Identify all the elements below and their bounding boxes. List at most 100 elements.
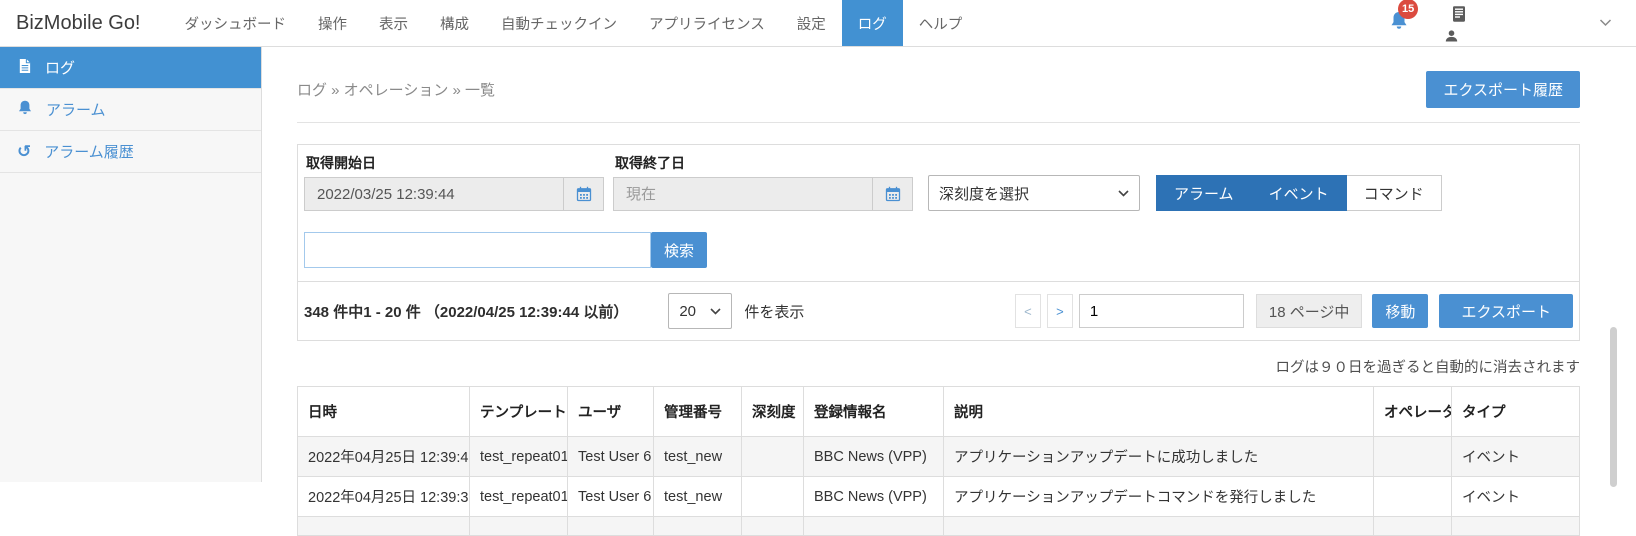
history-icon: ↺ — [17, 144, 31, 160]
col-header-user: ユーザ — [568, 387, 654, 437]
search-row: 検索 — [298, 223, 1579, 281]
sidebar-item-log[interactable]: ログ — [0, 47, 261, 89]
sidebar-item-alarm-history[interactable]: ↺ アラーム履歴 — [0, 131, 261, 173]
device-user-menu[interactable] — [1445, 4, 1471, 42]
chevron-down-icon — [1118, 190, 1129, 197]
nav-item-auto-checkin[interactable]: 自動チェックイン — [485, 0, 633, 46]
device-icon — [1451, 5, 1467, 23]
start-date-input[interactable] — [304, 177, 563, 211]
table-header-row: 日時 テンプレート ユーザ 管理番号 深刻度 登録情報名 説明 オペレータ タイ… — [298, 387, 1580, 437]
person-icon — [1445, 30, 1458, 42]
export-button[interactable]: エクスポート — [1439, 294, 1573, 328]
cell-registration-name: BBC News (VPP) — [804, 477, 944, 517]
cell-user: Test User 6 — [568, 437, 654, 477]
page-size-suffix: 件を表示 — [744, 301, 804, 322]
col-header-datetime: 日時 — [298, 387, 470, 437]
filter-panel: 取得開始日 — [297, 144, 1580, 341]
nav-item-help[interactable]: ヘルプ — [903, 0, 979, 46]
vertical-scrollbar[interactable] — [1610, 327, 1617, 487]
start-date-calendar-button[interactable] — [563, 177, 604, 211]
cell-template: test_repeat01 — [470, 477, 568, 517]
end-date-calendar-button[interactable] — [872, 177, 913, 211]
table-row: 2022年04月25日 12:39:42 test_repeat01 Test … — [298, 437, 1580, 477]
toggle-alarm[interactable]: アラーム — [1156, 175, 1252, 211]
prev-page-button[interactable]: < — [1015, 294, 1041, 328]
cell-registration-name: BBC News (VPP) — [804, 437, 944, 477]
nav-item-operation[interactable]: 操作 — [302, 0, 363, 46]
export-history-button[interactable]: エクスポート履歴 — [1426, 71, 1580, 108]
topbar: BizMobile Go! ダッシュボード 操作 表示 構成 自動チェックイン … — [0, 0, 1636, 47]
sidebar-item-alarm[interactable]: アラーム — [0, 89, 261, 131]
search-button[interactable]: 検索 — [651, 232, 707, 268]
end-date-group: 取得終了日 — [613, 150, 913, 211]
sidebar-item-label: ログ — [45, 57, 75, 78]
col-header-operator: オペレータ — [1374, 387, 1452, 437]
go-button[interactable]: 移動 — [1372, 294, 1428, 328]
divider — [297, 122, 1580, 123]
log-table: 日時 テンプレート ユーザ 管理番号 深刻度 登録情報名 説明 オペレータ タイ… — [297, 386, 1580, 536]
start-date-label: 取得開始日 — [304, 150, 604, 177]
nav-item-settings[interactable]: 設定 — [781, 0, 842, 46]
notification-badge: 15 — [1398, 0, 1418, 19]
retention-note: ログは９０日を過ぎると自動的に消去されます — [297, 356, 1580, 377]
bell-icon — [17, 99, 33, 120]
page-head: ログ » オペレーション » 一覧 エクスポート履歴 — [297, 71, 1580, 108]
sidebar: ログ アラーム ↺ アラーム履歴 — [0, 47, 262, 482]
toggle-event[interactable]: イベント — [1252, 175, 1347, 211]
pagination: < > 18 ページ中 移動 エクスポート — [1015, 294, 1573, 328]
cell-description: アプリケーションアップデートに成功しました — [944, 437, 1374, 477]
col-header-management-no: 管理番号 — [654, 387, 742, 437]
col-header-description: 説明 — [944, 387, 1374, 437]
col-header-template: テンプレート — [470, 387, 568, 437]
calendar-icon — [885, 186, 901, 202]
filter-row: 取得開始日 — [298, 145, 1579, 223]
table-row-partial — [298, 517, 1580, 536]
nav-item-log[interactable]: ログ — [842, 0, 903, 46]
col-header-registration-name: 登録情報名 — [804, 387, 944, 437]
breadcrumb: ログ » オペレーション » 一覧 — [297, 79, 495, 100]
toggle-command[interactable]: コマンド — [1347, 175, 1442, 211]
col-header-severity: 深刻度 — [742, 387, 804, 437]
log-type-toggle-group: アラーム イベント コマンド — [1156, 175, 1442, 211]
notifications-button[interactable]: 15 — [1389, 10, 1409, 36]
cell-user: Test User 6 — [568, 477, 654, 517]
nav-item-configuration[interactable]: 構成 — [424, 0, 485, 46]
end-date-label: 取得終了日 — [613, 150, 913, 177]
cell-operator — [1374, 477, 1452, 517]
account-dropdown-toggle[interactable] — [1599, 19, 1612, 27]
page-number-input[interactable] — [1079, 294, 1244, 328]
col-header-type: タイプ — [1452, 387, 1580, 437]
sidebar-item-label: アラーム履歴 — [44, 141, 134, 162]
nav-item-app-license[interactable]: アプリライセンス — [633, 0, 781, 46]
start-date-group: 取得開始日 — [304, 150, 604, 211]
cell-management-no: test_new — [654, 437, 742, 477]
brand-logo[interactable]: BizMobile Go! — [0, 0, 169, 46]
chevron-down-icon — [710, 308, 721, 315]
page-size-value: 20 — [679, 303, 696, 320]
severity-select[interactable]: 深刻度を選択 — [928, 175, 1140, 211]
chevron-down-icon — [1599, 19, 1612, 27]
cell-severity — [742, 477, 804, 517]
severity-select-value: 深刻度を選択 — [939, 183, 1029, 204]
cell-type: イベント — [1452, 437, 1580, 477]
cell-description: アプリケーションアップデートコマンドを発行しました — [944, 477, 1374, 517]
page-total-label: 18 ページ中 — [1256, 294, 1363, 328]
main-nav: ダッシュボード 操作 表示 構成 自動チェックイン アプリライセンス 設定 ログ… — [169, 0, 979, 46]
table-row: 2022年04月25日 12:39:38 test_repeat01 Test … — [298, 477, 1580, 517]
topbar-right: 15 — [1389, 0, 1636, 46]
bell-icon — [1389, 18, 1409, 35]
nav-item-dashboard[interactable]: ダッシュボード — [169, 0, 303, 46]
cell-template: test_repeat01 — [470, 437, 568, 477]
end-date-input[interactable] — [613, 177, 872, 211]
page-size-select[interactable]: 20 — [668, 293, 732, 329]
results-summary: 348 件中1 - 20 件 （2022/04/25 12:39:44 以前） — [304, 301, 628, 322]
cell-datetime: 2022年04月25日 12:39:38 — [298, 477, 470, 517]
app-body: ログ アラーム ↺ アラーム履歴 ログ » オペレーション » 一覧 エクスポー… — [0, 47, 1636, 482]
sidebar-item-label: アラーム — [46, 99, 106, 120]
calendar-icon — [576, 186, 592, 202]
next-page-button[interactable]: > — [1047, 294, 1073, 328]
cell-operator — [1374, 437, 1452, 477]
search-input[interactable] — [304, 232, 651, 268]
cell-management-no: test_new — [654, 477, 742, 517]
nav-item-view[interactable]: 表示 — [363, 0, 424, 46]
